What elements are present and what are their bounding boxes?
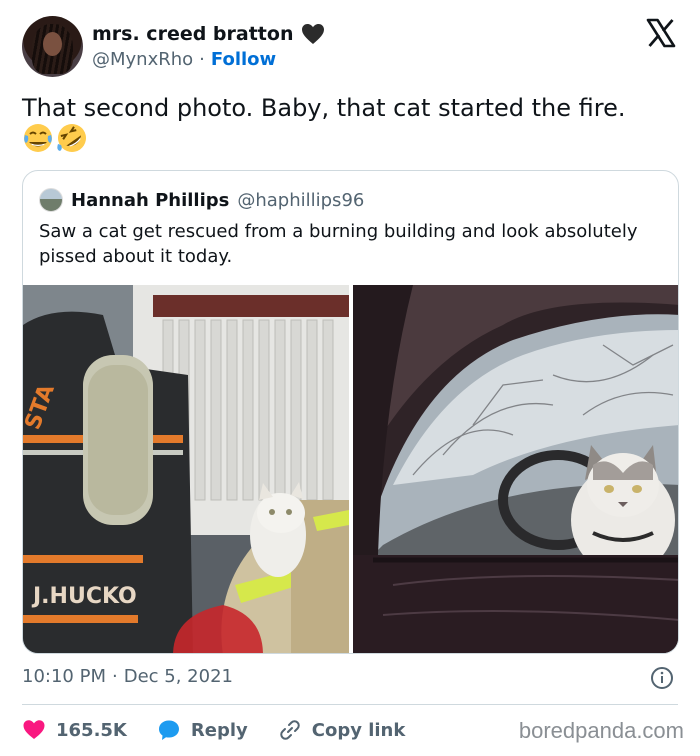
copy-link-button[interactable]: Copy link (278, 718, 406, 742)
footer-divider (22, 704, 678, 705)
tweet-timestamp[interactable]: 10:10 PM · Dec 5, 2021 (22, 666, 233, 687)
tweet-actions: 165.5K Reply Copy link (22, 716, 435, 744)
black-heart-icon (302, 24, 325, 44)
quoted-tweet-header: Hannah Phillips @haphillips96 (39, 187, 364, 213)
link-icon (280, 720, 300, 740)
heart-icon (23, 720, 45, 739)
tweet-time: 10:10 PM (22, 666, 106, 687)
reply-button[interactable]: Reply (157, 718, 248, 742)
author-display-name[interactable]: mrs. creed bratton (92, 23, 293, 45)
copy-link-label: Copy link (311, 719, 406, 741)
author-name-row: mrs. creed bratton (92, 20, 325, 48)
rolling-on-floor-laughing-icon (57, 124, 86, 152)
handle-separator: · (199, 49, 205, 70)
like-button[interactable]: 165.5K (22, 718, 127, 742)
author-handle[interactable]: @MynxRho (92, 49, 193, 70)
follow-button[interactable]: Follow (211, 49, 276, 70)
quoted-author-handle[interactable]: @haphillips96 (237, 190, 364, 211)
face-with-tears-of-joy-icon (24, 124, 52, 152)
info-icon[interactable] (650, 666, 674, 690)
quoted-tweet-text: Saw a cat get rescued from a burning bui… (39, 221, 638, 267)
quoted-tweet-card[interactable]: Hannah Phillips @haphillips96 Saw a cat … (22, 170, 679, 654)
tweet-header: mrs. creed bratton @MynxRho · Follow (22, 16, 682, 78)
time-separator: · (111, 666, 118, 687)
boredpanda-watermark: boredpanda.com (518, 718, 684, 743)
like-count: 165.5K (56, 719, 127, 741)
reply-label: Reply (190, 719, 248, 741)
author-avatar[interactable] (22, 16, 83, 77)
quoted-author-avatar[interactable] (39, 188, 63, 212)
quoted-photo-cat-in-car[interactable] (353, 285, 678, 653)
x-logo-icon[interactable] (646, 18, 676, 48)
reply-bubble-icon (158, 720, 179, 740)
tweet-date: Dec 5, 2021 (123, 666, 233, 687)
quoted-photo-firefighter[interactable]: STA J.HUCKO (23, 285, 349, 653)
gear-text-2: J.HUCKO (31, 584, 137, 609)
tweet-text: That second photo. Baby, that cat starte… (22, 94, 626, 122)
tweet-emojis (22, 122, 88, 154)
quoted-author-display-name[interactable]: Hannah Phillips (71, 190, 229, 211)
author-handle-row: @MynxRho · Follow (92, 49, 276, 70)
